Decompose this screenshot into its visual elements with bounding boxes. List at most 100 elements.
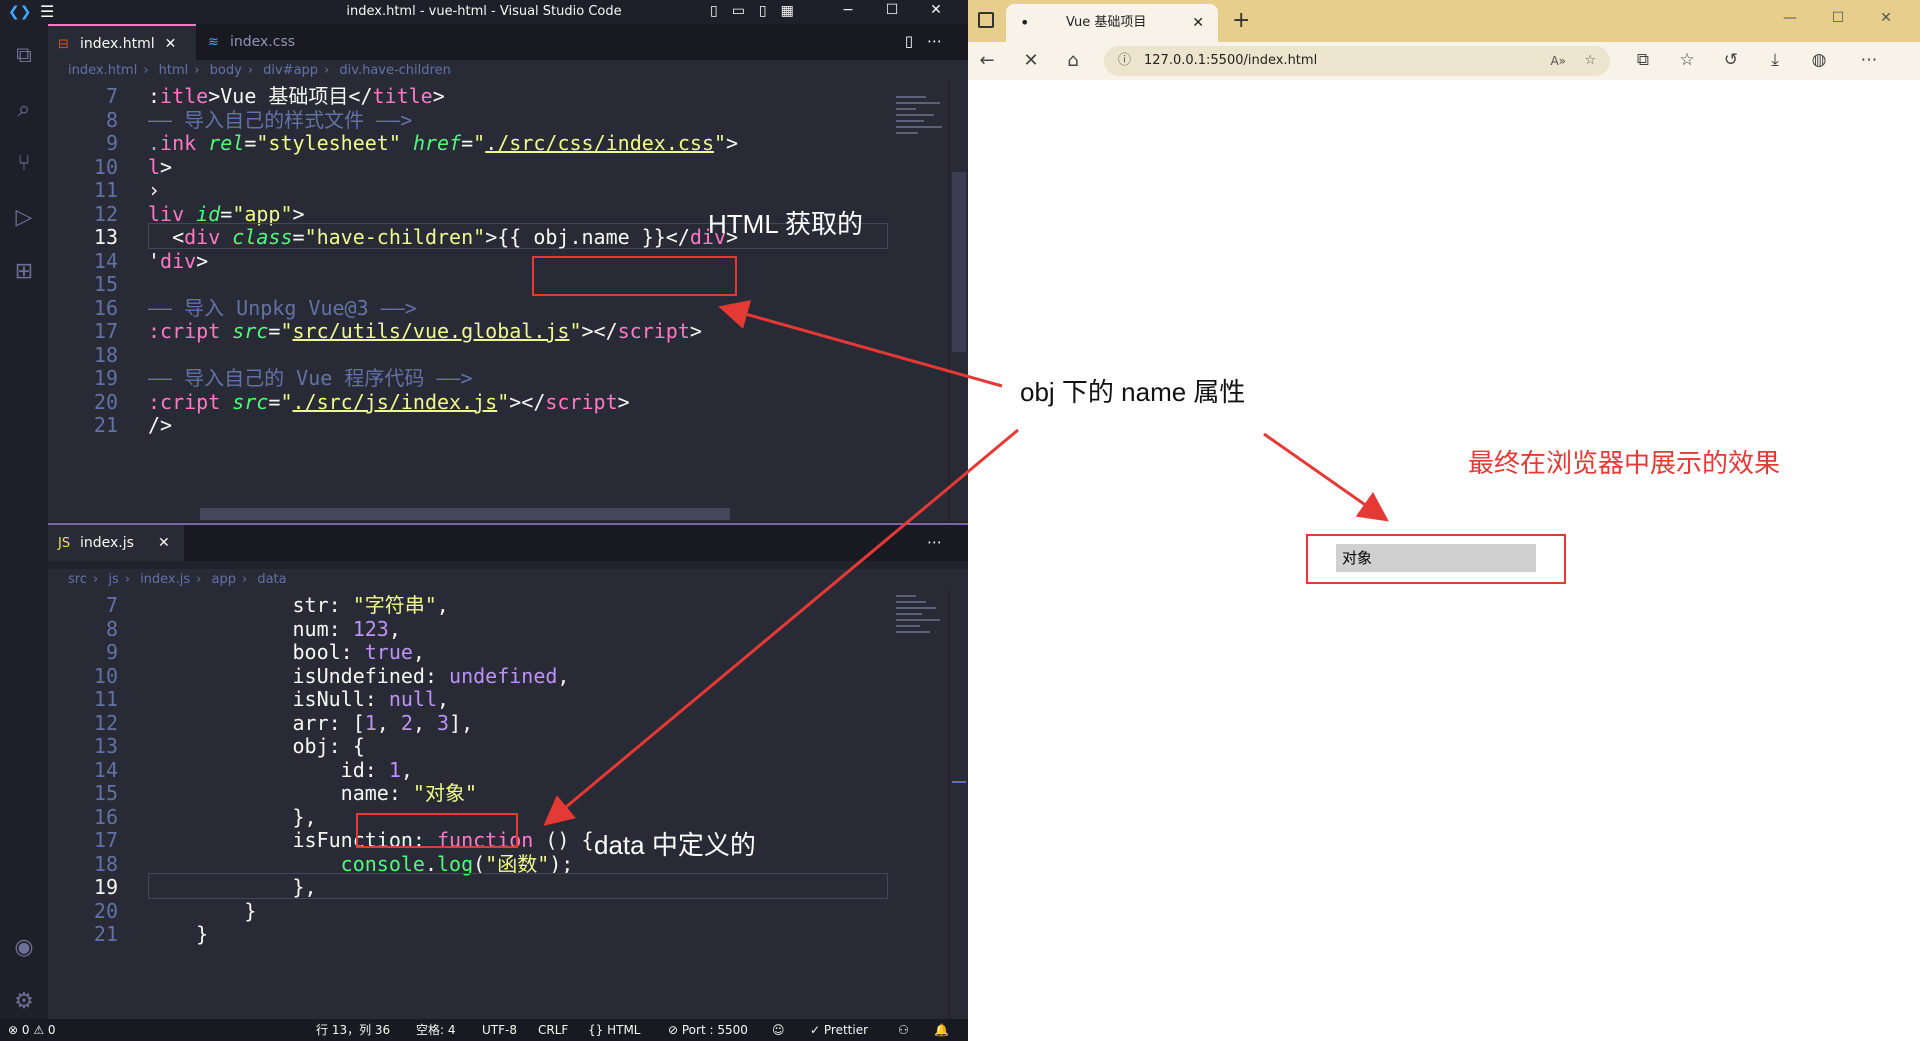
tab-index-css[interactable]: ≋ index.css xyxy=(198,24,342,60)
downloads-icon[interactable]: ⤓ xyxy=(1764,50,1786,70)
code-line[interactable]: 21 } xyxy=(48,920,888,949)
code-token: :cript xyxy=(148,389,233,414)
tab-index-js[interactable]: JS index.js ✕ xyxy=(48,525,184,561)
window-title: index.html - vue-html - Visual Studio Co… xyxy=(346,4,622,19)
code-token: num: xyxy=(148,616,353,641)
code-token: < xyxy=(148,225,185,249)
extensions-icon[interactable]: ⊞ xyxy=(8,256,40,288)
breadcrumb-item[interactable]: data xyxy=(257,572,286,587)
favorites-icon[interactable]: ☆ xyxy=(1676,50,1698,70)
encoding-status[interactable]: UTF-8 xyxy=(482,1019,517,1041)
breadcrumb-item[interactable]: div.have-children xyxy=(339,63,450,78)
maximize-icon[interactable]: ☐ xyxy=(1814,10,1862,26)
hscrollbar-top[interactable] xyxy=(200,508,730,520)
code-token: div xyxy=(160,248,197,273)
breadcrumb-item[interactable]: index.html xyxy=(68,63,137,78)
eol-status[interactable]: CRLF xyxy=(538,1019,568,1041)
breadcrumb-item[interactable]: div#app xyxy=(263,63,318,78)
tab-close-icon[interactable]: ✕ xyxy=(158,535,170,551)
tab-label: index.css xyxy=(230,34,296,50)
code-token: "函数" xyxy=(485,851,550,876)
search-icon[interactable]: ⌕ xyxy=(8,94,40,126)
tab-close-icon[interactable]: ✕ xyxy=(165,36,177,52)
breadcrumb-item[interactable]: index.js xyxy=(140,572,190,587)
minimap-bottom[interactable] xyxy=(888,591,948,1019)
code-token: , xyxy=(388,616,401,641)
close-icon[interactable]: ✕ xyxy=(914,2,958,18)
maximize-icon[interactable]: ☐ xyxy=(870,2,914,18)
code-token: div xyxy=(184,225,233,249)
code-token: ' xyxy=(148,248,161,273)
notifications-icon[interactable]: 🔔 xyxy=(934,1019,949,1041)
prettier-status[interactable]: ✓ Prettier xyxy=(810,1019,868,1041)
source-control-icon[interactable]: ⑂ xyxy=(8,148,40,180)
code-text: /> xyxy=(148,411,172,440)
back-icon[interactable]: ← xyxy=(976,50,998,71)
indent-status[interactable]: 空格: 4 xyxy=(416,1019,456,1041)
code-token: " xyxy=(713,131,727,155)
browser-tab[interactable]: • Vue 基础项目 ✕ xyxy=(1006,4,1218,42)
minimize-icon[interactable]: — xyxy=(1766,10,1814,26)
breadcrumb-item[interactable]: body xyxy=(210,63,242,78)
code-token: .ink xyxy=(148,131,209,155)
code-token: = xyxy=(461,131,474,155)
breadcrumb-item[interactable]: html xyxy=(159,63,189,78)
scrollbar-top[interactable] xyxy=(950,82,968,522)
read-aloud-icon[interactable]: A» xyxy=(1550,46,1566,76)
tab-index-html[interactable]: ⊟ index.html ✕ xyxy=(48,24,196,60)
problems-status[interactable]: ⊗ 0 ⚠ 0 xyxy=(8,1019,56,1041)
run-debug-icon[interactable]: ▷ xyxy=(8,202,40,234)
tab-close-icon[interactable]: ✕ xyxy=(1192,4,1204,42)
code-editor-bottom[interactable]: 7 str: "字符串", 8 num: 123, 9 bool: true, 10 … xyxy=(48,591,888,1019)
site-info-icon[interactable]: ⓘ xyxy=(1118,46,1131,76)
extensions-icon[interactable]: ⧉ xyxy=(1632,50,1654,70)
minimap-top[interactable] xyxy=(888,82,948,522)
line-number: 21 xyxy=(93,922,118,946)
code-token: ( xyxy=(473,851,486,876)
editor-actions[interactable]: ⋯ xyxy=(927,533,956,551)
home-icon[interactable]: ⌂ xyxy=(1062,50,1084,71)
code-token: l xyxy=(148,154,161,179)
breadcrumb-item[interactable]: src xyxy=(68,572,87,587)
code-token: ], xyxy=(449,710,474,735)
code-token: undefined xyxy=(449,663,558,688)
settings-gear-icon[interactable]: ⚙ xyxy=(8,986,40,1018)
close-icon[interactable]: ✕ xyxy=(1862,10,1910,26)
new-tab-icon[interactable]: + xyxy=(1232,8,1250,33)
tab-actions-icon[interactable] xyxy=(978,12,994,28)
history-icon[interactable]: ↺ xyxy=(1720,50,1742,70)
cursor-position[interactable]: 行 13，列 36 xyxy=(316,1019,390,1041)
editor-actions[interactable]: ▯⋯ xyxy=(905,32,956,50)
vscode-titlebar: ❮❯ ☰ index.html - vue-html - Visual Stud… xyxy=(0,0,968,24)
breadcrumb-item[interactable]: js xyxy=(108,572,118,587)
layout-icons[interactable]: ▯▭▯▦ xyxy=(710,3,808,19)
stop-icon[interactable]: ✕ xyxy=(1020,50,1042,71)
more-menu-icon[interactable]: ⋯ xyxy=(1858,50,1880,70)
code-token: , xyxy=(412,640,425,664)
address-bar[interactable]: ⓘ 127.0.0.1:5500/index.html A» ☆ xyxy=(1104,46,1610,76)
copilot-icon[interactable]: ☺ xyxy=(772,1019,785,1041)
code-token: —— 导入自己的 Vue 程序代码 ——> xyxy=(148,366,473,390)
code-token: "have-children" xyxy=(304,225,486,249)
status-bar: ⊗ 0 ⚠ 0 行 13，列 36 空格: 4 UTF-8 CRLF {} HT… xyxy=(0,1019,968,1041)
scrollbar-bottom[interactable] xyxy=(950,591,968,1019)
code-token: " xyxy=(497,389,510,414)
code-token: 2 xyxy=(400,710,413,735)
breadcrumb-item[interactable]: app xyxy=(212,572,236,587)
favorite-icon[interactable]: ☆ xyxy=(1584,46,1596,76)
explorer-icon[interactable]: ⧉ xyxy=(8,40,40,72)
account-icon[interactable]: ◉ xyxy=(8,932,40,964)
minimize-icon[interactable]: − xyxy=(826,2,870,18)
code-token: , xyxy=(436,593,449,617)
live-server-port[interactable]: ⊘ Port : 5500 xyxy=(668,1019,748,1041)
language-status[interactable]: {} HTML xyxy=(588,1019,640,1041)
profile-avatar[interactable]: ◍ xyxy=(1808,50,1830,70)
editor-tabs-top: ⊟ index.html ✕ ≋ index.css ▯⋯ xyxy=(48,24,968,60)
code-line[interactable]: 21 /> xyxy=(48,411,888,440)
code-token: script xyxy=(545,389,618,414)
code-token: log xyxy=(437,851,474,876)
code-token: ></ xyxy=(581,319,618,343)
feedback-icon[interactable]: ⚇ xyxy=(898,1019,909,1041)
code-token: /> xyxy=(148,413,173,437)
code-editor-top[interactable]: 7:itle>Vue 基础项目</title> 8 —— 导入自己的样式文件 ——>… xyxy=(48,82,888,522)
